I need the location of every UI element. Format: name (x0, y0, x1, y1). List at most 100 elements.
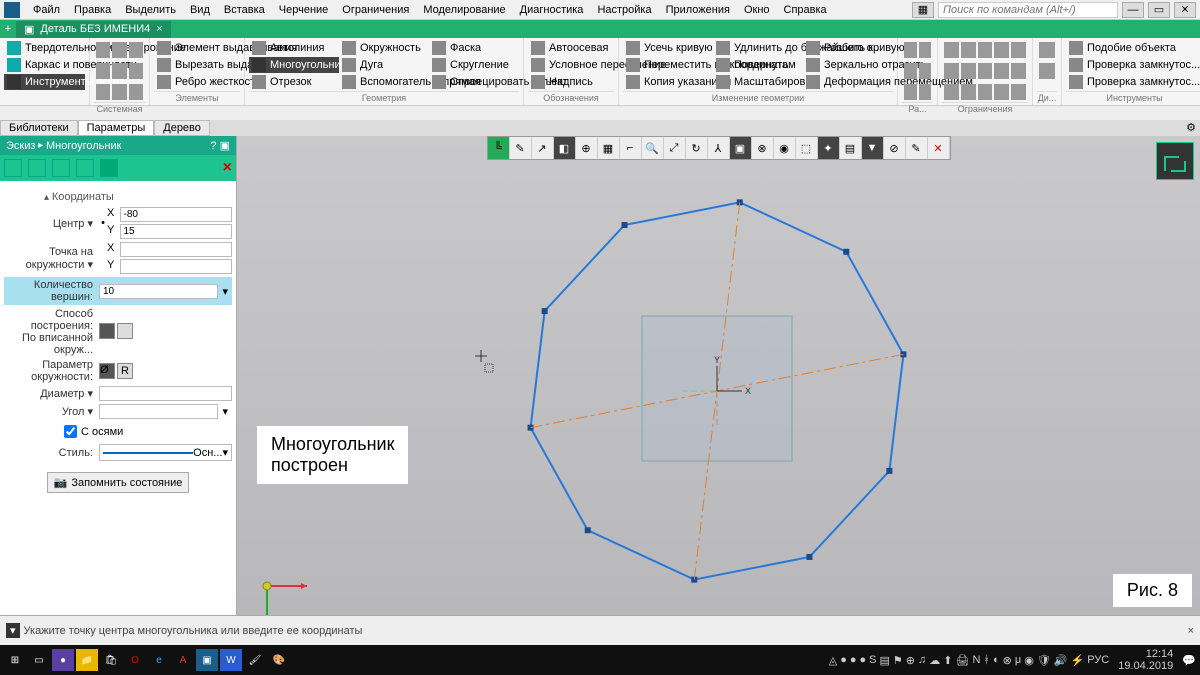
ribbon-similar[interactable]: Подобие объекта (1066, 40, 1200, 56)
menu-file[interactable]: Файл (26, 2, 67, 18)
constr-icon[interactable] (944, 84, 959, 100)
ribbon-copy[interactable]: Копия указанием (623, 74, 713, 90)
maximize-button[interactable]: ▭ (1148, 2, 1170, 18)
mode-icon-4[interactable] (76, 159, 94, 177)
command-search[interactable] (938, 2, 1118, 18)
help-icon[interactable]: ? ▣ (210, 139, 230, 152)
menu-apps[interactable]: Приложения (659, 2, 737, 18)
style-value[interactable]: Осн... (193, 447, 222, 459)
ribbon-deform[interactable]: Деформация перемещением (803, 74, 893, 90)
menu-edit[interactable]: Правка (67, 2, 118, 18)
tray-icon[interactable]: ⊕ (906, 654, 915, 667)
menu-help[interactable]: Справка (777, 2, 834, 18)
tray-icon[interactable]: ◬ (829, 654, 837, 667)
canvas[interactable]: ╚ ✎ ↗ ◧ ⊕ ▦ ⌐ 🔍 ⤢ ↻ ⅄ ▣ ⊗ ◉ ⬚ ✦ ▤ ▼ ⊘ ✎ … (237, 136, 1200, 615)
tray-icon[interactable]: 🛡 (1037, 654, 1051, 667)
breadcrumb-a[interactable]: Эскиз (6, 140, 35, 152)
tray-icon[interactable]: 🔊 (1054, 654, 1068, 667)
menu-settings[interactable]: Настройка (590, 2, 658, 18)
ribbon-fillet[interactable]: Скругление (429, 57, 519, 73)
ribbon-check2[interactable]: Проверка замкнутос... (1066, 74, 1200, 90)
breadcrumb-b[interactable]: Многоугольник (46, 140, 121, 152)
tb-word[interactable]: W (220, 649, 242, 671)
menu-window[interactable]: Окно (737, 2, 777, 18)
ribbon-scale[interactable]: Масштабиров... (713, 74, 803, 90)
tray-icon[interactable]: ⚡ (1071, 654, 1085, 667)
constr-icon[interactable] (994, 63, 1009, 79)
menu-insert[interactable]: Вставка (217, 2, 272, 18)
document-tab[interactable]: ▣ Деталь БЕЗ ИМЕНИ4 × (16, 21, 171, 38)
tray-icon[interactable]: ● (860, 654, 867, 666)
sys-icon[interactable] (129, 42, 143, 58)
tb-kompas[interactable]: ▣ (196, 649, 218, 671)
tray-icon[interactable]: ● (840, 654, 847, 666)
tray-icon[interactable]: ⬆ (943, 654, 952, 667)
panel-gear-icon[interactable]: ⚙ (1182, 120, 1200, 136)
ribbon-cut-extrude[interactable]: Вырезать выдавливанием (154, 57, 240, 73)
radius-mode-icon[interactable]: R (117, 363, 133, 379)
ribbon-sketch-tools[interactable]: Инструменты эскиза (4, 74, 85, 90)
ra-icon[interactable] (904, 84, 917, 100)
start-button[interactable]: ⊞ (4, 649, 26, 671)
ra-icon[interactable] (904, 42, 917, 58)
tray-icon[interactable]: ▤ (880, 654, 890, 667)
constr-icon[interactable] (994, 84, 1009, 100)
ra-icon[interactable] (904, 63, 917, 79)
close-button[interactable]: ✕ (1174, 2, 1196, 18)
ribbon-extend[interactable]: Удлинить до ближайшего о... (713, 40, 803, 56)
ribbon-autoline[interactable]: Автолиния (249, 40, 339, 56)
ribbon-polygon[interactable]: Многоугольник (249, 57, 339, 73)
ribbon-split[interactable]: Разбить кривую (803, 40, 893, 56)
diameter-input[interactable] (99, 386, 232, 401)
method-inscribed-icon[interactable] (99, 323, 115, 339)
ribbon-rotate[interactable]: Повернуть (713, 57, 803, 73)
tb-explorer[interactable]: 📁 (76, 649, 98, 671)
di-icon[interactable] (1039, 42, 1055, 58)
tray-lang[interactable]: РУС (1087, 654, 1109, 666)
menu-view[interactable]: Вид (183, 2, 217, 18)
menu-constraints[interactable]: Ограничения (335, 2, 416, 18)
center-y-input[interactable] (120, 224, 233, 239)
ribbon-autoaxis[interactable]: Автоосевая (528, 40, 614, 56)
point-x-input[interactable] (120, 242, 233, 257)
tray-icon[interactable]: 🖨 (955, 654, 969, 667)
sys-icon[interactable] (96, 63, 110, 79)
tray-icon[interactable]: ⊗ (1003, 654, 1012, 667)
point-y-input[interactable] (120, 259, 233, 274)
ribbon-arc[interactable]: Дуга (339, 57, 429, 73)
ribbon-text[interactable]: Надпись (528, 74, 614, 90)
tb-app[interactable]: 🎨 (268, 649, 290, 671)
constr-icon[interactable] (944, 63, 959, 79)
constr-icon[interactable] (1011, 84, 1026, 100)
ribbon-wireframe[interactable]: Каркас и поверхности (4, 57, 85, 73)
sys-icon[interactable] (112, 84, 126, 100)
ribbon-check1[interactable]: Проверка замкнутос... (1066, 57, 1200, 73)
ribbon-constr-line[interactable]: Вспомогатель... прямая (339, 74, 429, 90)
tray-icon[interactable]: ⚑ (893, 654, 903, 667)
menu-select[interactable]: Выделить (118, 2, 183, 18)
menu-modeling[interactable]: Моделирование (416, 2, 512, 18)
tab-close-icon[interactable]: × (156, 23, 162, 35)
menu-diag[interactable]: Диагностика (513, 2, 591, 18)
new-tab-button[interactable]: + (0, 23, 16, 35)
mode-icon-3[interactable] (52, 159, 70, 177)
ribbon-segment[interactable]: Отрезок (249, 74, 339, 90)
constr-icon[interactable] (978, 63, 993, 79)
tray-icon[interactable]: μ (1015, 654, 1021, 666)
angle-input[interactable] (99, 404, 218, 419)
tb-opera[interactable]: O (124, 649, 146, 671)
sketch-mode-icon[interactable] (1156, 142, 1194, 180)
minimize-button[interactable]: — (1122, 2, 1144, 18)
sys-icon[interactable] (96, 84, 110, 100)
center-x-input[interactable] (120, 207, 233, 222)
di-icon[interactable] (1039, 63, 1055, 79)
status-close-icon[interactable]: × (1188, 625, 1194, 637)
constr-icon[interactable] (961, 84, 976, 100)
diameter-mode-icon[interactable]: Ø (99, 363, 115, 379)
ribbon-project[interactable]: Спроецировать объект (429, 74, 519, 90)
tray-notifications-icon[interactable]: 💬 (1182, 654, 1196, 667)
tb-app[interactable]: ● (52, 649, 74, 671)
constr-icon[interactable] (1011, 42, 1026, 58)
ribbon-rib[interactable]: Ребро жесткости (154, 74, 240, 90)
axes-checkbox[interactable] (64, 425, 77, 438)
